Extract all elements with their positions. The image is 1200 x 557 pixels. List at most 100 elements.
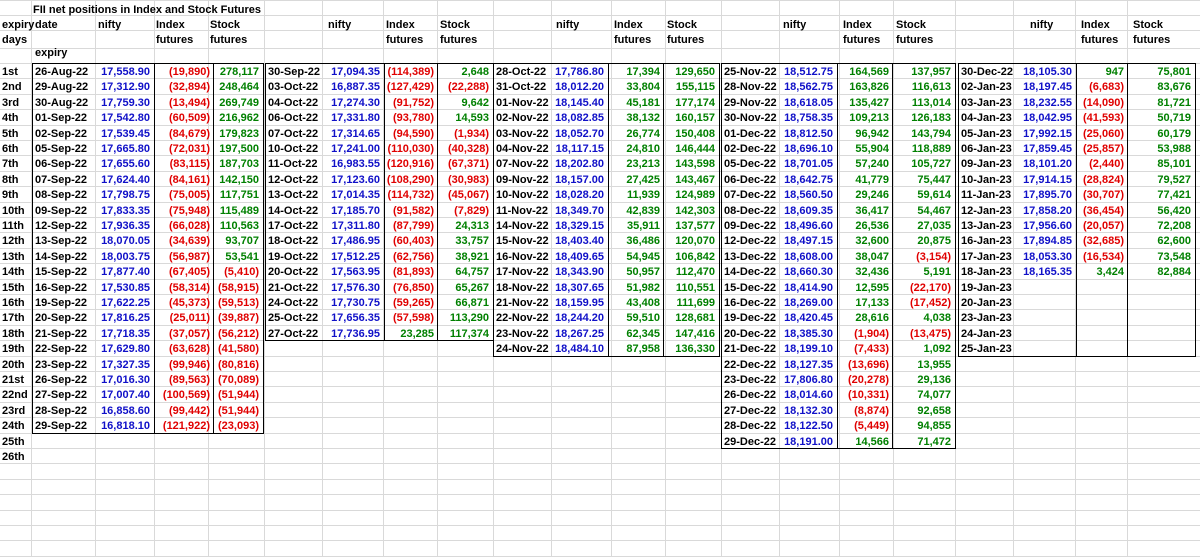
date-cell[interactable]: 03-Nov-22 (496, 126, 549, 142)
index-futures-cell[interactable]: 14,566 (831, 434, 889, 450)
stock-futures-cell[interactable]: 137,577 (659, 218, 715, 234)
nifty-cell[interactable]: 17,486.95 (320, 233, 380, 249)
stock-futures-cell[interactable]: 142,150 (203, 172, 259, 188)
stock-futures-cell[interactable]: (1,934) (433, 126, 489, 142)
date-cell[interactable]: 24-Jan-23 (961, 326, 1012, 342)
nifty-cell[interactable]: 18,199.10 (773, 341, 833, 357)
date-cell[interactable]: 20-Oct-22 (268, 264, 318, 280)
stock-futures-cell[interactable]: 113,290 (433, 310, 489, 326)
index-futures-cell[interactable]: 45,181 (602, 95, 660, 111)
nifty-cell[interactable]: 17,956.60 (1012, 218, 1072, 234)
header-index-futures-2[interactable]: futures (156, 32, 193, 48)
stock-futures-cell[interactable]: 128,681 (659, 310, 715, 326)
date-cell[interactable]: 29-Sep-22 (35, 418, 87, 434)
index-futures-cell[interactable]: 38,132 (602, 110, 660, 126)
stock-futures-cell[interactable]: 83,676 (1135, 79, 1191, 95)
nifty-cell[interactable]: 17,311.80 (320, 218, 380, 234)
nifty-cell[interactable]: 17,539.45 (90, 126, 150, 142)
expiry-day-label[interactable]: 5th (2, 126, 19, 142)
date-cell[interactable]: 09-Jan-23 (961, 156, 1012, 172)
date-cell[interactable]: 14-Sep-22 (35, 249, 87, 265)
index-futures-cell[interactable]: 54,945 (602, 249, 660, 265)
nifty-cell[interactable]: 18,343.90 (544, 264, 604, 280)
stock-futures-cell[interactable]: 62,600 (1135, 233, 1191, 249)
nifty-cell[interactable]: 17,656.35 (320, 310, 380, 326)
stock-futures-cell[interactable]: 74,077 (895, 387, 951, 403)
nifty-cell[interactable]: 17,185.70 (320, 203, 380, 219)
index-futures-cell[interactable]: (25,011) (152, 310, 210, 326)
index-futures-cell[interactable]: 28,616 (831, 310, 889, 326)
index-futures-cell[interactable]: (20,057) (1066, 218, 1124, 234)
date-cell[interactable]: 28-Oct-22 (496, 64, 546, 80)
nifty-cell[interactable]: 17,759.30 (90, 95, 150, 111)
date-cell[interactable]: 03-Oct-22 (268, 79, 318, 95)
stock-futures-cell[interactable]: 13,955 (895, 357, 951, 373)
index-futures-cell[interactable]: 27,425 (602, 172, 660, 188)
date-cell[interactable]: 20-Jan-23 (961, 295, 1012, 311)
stock-futures-cell[interactable]: (17,452) (895, 295, 951, 311)
stock-futures-cell[interactable]: 116,613 (895, 79, 951, 95)
header-stock-futures[interactable]: Stock (1133, 17, 1163, 33)
header-stock-futures[interactable]: Stock (440, 17, 470, 33)
stock-futures-cell[interactable]: 150,408 (659, 126, 715, 142)
index-futures-cell[interactable]: 26,774 (602, 126, 660, 142)
stock-futures-cell[interactable]: 143,467 (659, 172, 715, 188)
stock-futures-cell[interactable]: 9,642 (433, 95, 489, 111)
date-cell[interactable]: 14-Dec-22 (724, 264, 776, 280)
date-cell[interactable]: 30-Aug-22 (35, 95, 88, 111)
stock-futures-cell[interactable]: 27,035 (895, 218, 951, 234)
date-cell[interactable]: 21-Nov-22 (496, 295, 549, 311)
date-cell[interactable]: 09-Dec-22 (724, 218, 776, 234)
date-cell[interactable]: 02-Dec-22 (724, 141, 776, 157)
date-cell[interactable]: 08-Dec-22 (724, 203, 776, 219)
stock-futures-cell[interactable]: 93,707 (203, 233, 259, 249)
date-cell[interactable]: 21-Dec-22 (724, 341, 776, 357)
date-cell[interactable]: 23-Dec-22 (724, 372, 776, 388)
date-cell[interactable]: 22-Nov-22 (496, 310, 549, 326)
index-futures-cell[interactable]: (83,115) (152, 156, 210, 172)
nifty-cell[interactable]: 18,267.25 (544, 326, 604, 342)
index-futures-cell[interactable]: 17,133 (831, 295, 889, 311)
expiry-day-label[interactable]: 8th (2, 172, 19, 188)
date-cell[interactable]: 30-Sep-22 (268, 64, 320, 80)
index-futures-cell[interactable]: (32,894) (152, 79, 210, 95)
nifty-cell[interactable]: 16,983.55 (320, 156, 380, 172)
nifty-cell[interactable]: 18,609.35 (773, 203, 833, 219)
stock-futures-cell[interactable]: 20,875 (895, 233, 951, 249)
date-cell[interactable]: 11-Jan-23 (961, 187, 1011, 203)
stock-futures-cell[interactable]: 81,721 (1135, 95, 1191, 111)
nifty-cell[interactable]: 17,327.35 (90, 357, 150, 373)
nifty-cell[interactable]: 17,542.80 (90, 110, 150, 126)
stock-futures-cell[interactable]: 113,014 (895, 95, 951, 111)
index-futures-cell[interactable]: 947 (1066, 64, 1124, 80)
nifty-cell[interactable]: 18,696.10 (773, 141, 833, 157)
nifty-cell[interactable]: 18,497.15 (773, 233, 833, 249)
index-futures-cell[interactable]: (72,031) (152, 141, 210, 157)
index-futures-cell[interactable]: 3,424 (1066, 264, 1124, 280)
nifty-cell[interactable]: 18,127.35 (773, 357, 833, 373)
date-cell[interactable]: 31-Oct-22 (496, 79, 546, 95)
index-futures-cell[interactable]: (13,696) (831, 357, 889, 373)
stock-futures-cell[interactable]: 111,699 (659, 295, 715, 311)
nifty-cell[interactable]: 17,123.60 (320, 172, 380, 188)
date-cell[interactable]: 27-Sep-22 (35, 387, 87, 403)
stock-futures-cell[interactable]: 155,115 (659, 79, 715, 95)
date-cell[interactable]: 19-Oct-22 (268, 249, 318, 265)
nifty-cell[interactable]: 18,414.90 (773, 280, 833, 296)
stock-futures-cell[interactable]: 38,921 (433, 249, 489, 265)
nifty-cell[interactable]: 18,244.20 (544, 310, 604, 326)
date-cell[interactable]: 26-Dec-22 (724, 387, 776, 403)
nifty-cell[interactable]: 18,812.50 (773, 126, 833, 142)
stock-futures-cell[interactable]: 53,541 (203, 249, 259, 265)
index-futures-cell[interactable]: (30,707) (1066, 187, 1124, 203)
index-futures-cell[interactable]: (2,440) (1066, 156, 1124, 172)
index-futures-cell[interactable]: (84,679) (152, 126, 210, 142)
index-futures-cell[interactable]: (32,685) (1066, 233, 1124, 249)
nifty-cell[interactable]: 18,145.40 (544, 95, 604, 111)
nifty-cell[interactable]: 17,576.30 (320, 280, 380, 296)
date-cell[interactable]: 13-Jan-23 (961, 218, 1012, 234)
stock-futures-cell[interactable]: 124,989 (659, 187, 715, 203)
nifty-cell[interactable]: 18,403.40 (544, 233, 604, 249)
date-cell[interactable]: 12-Dec-22 (724, 233, 776, 249)
date-cell[interactable]: 27-Dec-22 (724, 403, 776, 419)
